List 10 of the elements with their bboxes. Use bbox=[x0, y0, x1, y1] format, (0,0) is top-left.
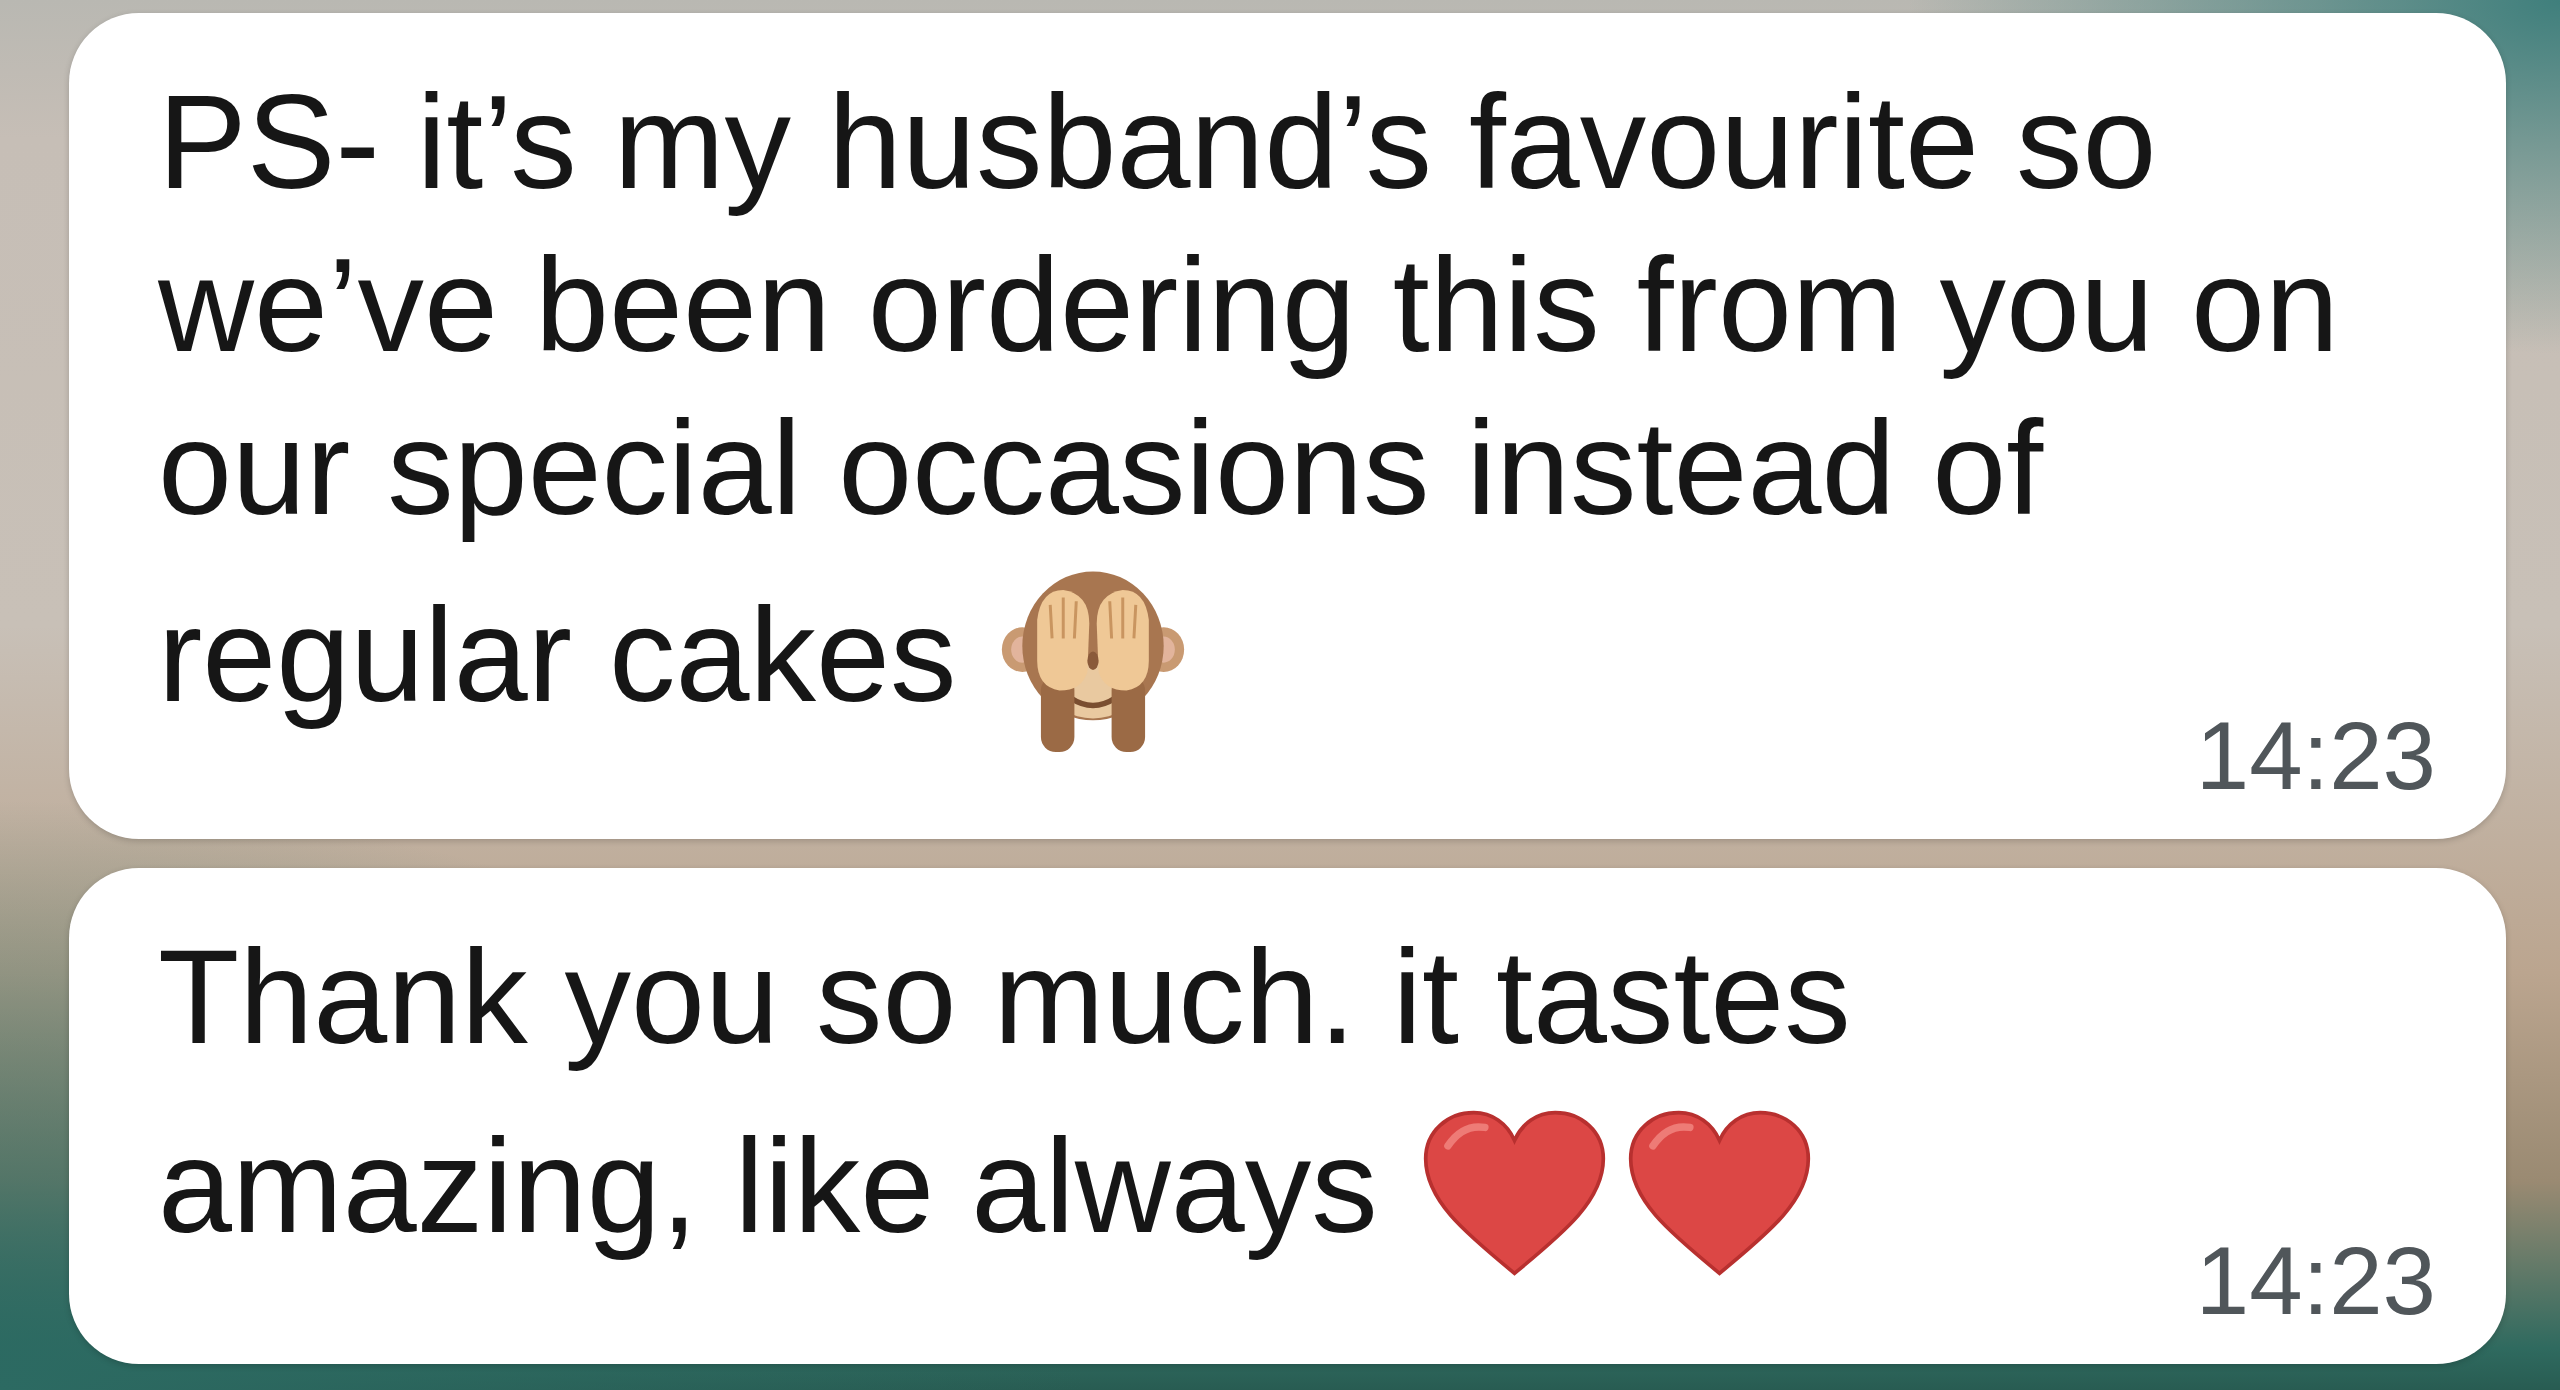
message-text: our special occasions instead of bbox=[158, 394, 2044, 542]
heart-icon bbox=[1421, 1109, 1607, 1277]
message-time: 14:23 bbox=[2195, 708, 2436, 804]
message-text: amazing, like always bbox=[158, 1112, 1378, 1260]
message-text: Thank you so much. it tastes bbox=[158, 923, 1851, 1071]
message-time: 14:23 bbox=[2195, 1233, 2436, 1329]
message-text: regular cakes bbox=[158, 581, 957, 729]
heart-icon bbox=[1626, 1109, 1812, 1277]
message-text: we’ve been ordering this from you on bbox=[158, 231, 2339, 379]
message-text: PS- it’s my husband’s favourite so bbox=[158, 68, 2157, 216]
